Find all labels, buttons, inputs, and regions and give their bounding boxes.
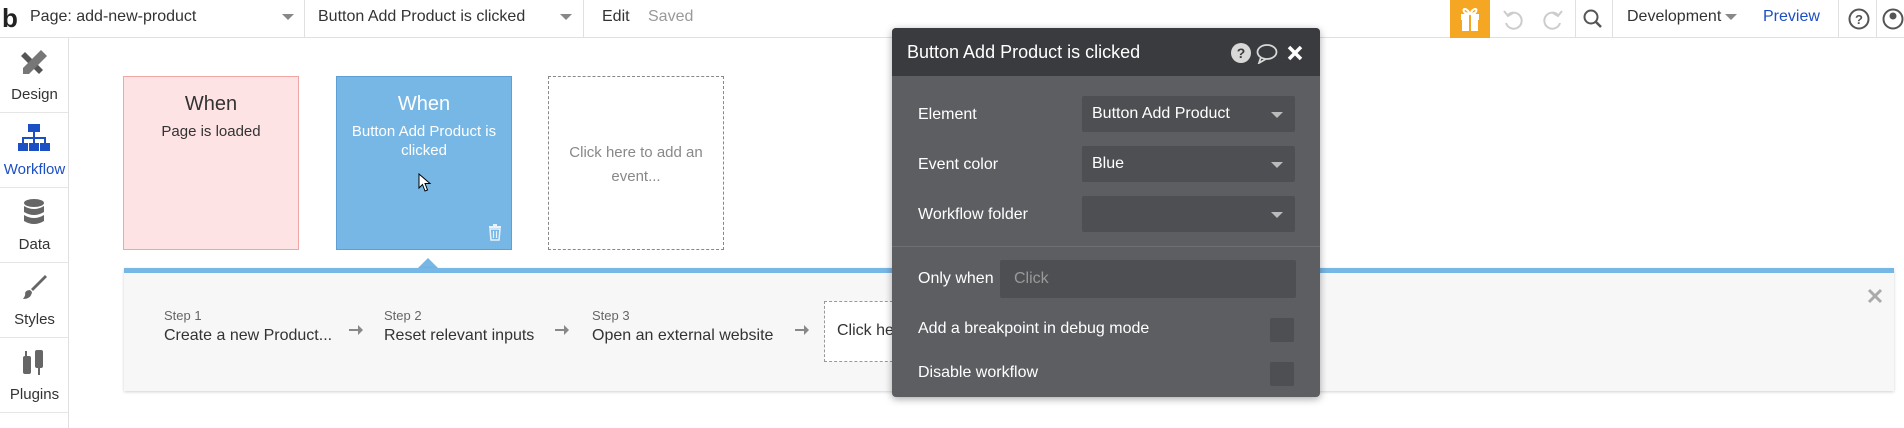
only-when-label: Only when xyxy=(918,270,994,287)
sidebar-item-label: Design xyxy=(11,86,58,103)
event-when-label: When xyxy=(184,93,238,115)
comment-icon[interactable] xyxy=(1256,42,1278,64)
search-icon[interactable] xyxy=(1580,6,1606,32)
disable-workflow-checkbox[interactable] xyxy=(1270,362,1294,386)
event-color-value: Blue xyxy=(1092,155,1125,172)
divider xyxy=(892,246,1320,247)
divider xyxy=(1575,0,1576,37)
event-when-label: When xyxy=(397,93,451,115)
event-color-dropdown[interactable]: Blue xyxy=(1082,146,1295,182)
chevron-down-icon xyxy=(1271,112,1283,118)
workflow-selector-label: Button Add Product is clicked xyxy=(318,8,526,25)
panel-title: Button Add Product is clicked xyxy=(907,42,1141,62)
arrow-right-icon xyxy=(795,325,809,335)
step-name: Create a new Product... xyxy=(164,327,333,344)
chevron-down-icon xyxy=(1271,212,1283,218)
sidebar-item-design[interactable]: Design xyxy=(0,38,69,113)
event-color-label: Event color xyxy=(918,156,999,173)
preview-link[interactable]: Preview xyxy=(1763,0,1820,37)
sidebar-item-styles[interactable]: Styles xyxy=(0,263,69,338)
step-name: Open an external website xyxy=(592,327,774,344)
edit-menu[interactable]: Edit xyxy=(602,0,630,37)
breakpoint-label: Add a breakpoint in debug mode xyxy=(918,320,1150,337)
gift-button[interactable] xyxy=(1450,0,1490,38)
page-selector-label: Page: add-new-product xyxy=(30,8,197,25)
divider xyxy=(583,0,584,37)
sidebar-item-label: Data xyxy=(18,236,51,253)
account-icon[interactable] xyxy=(1880,6,1904,32)
element-value: Button Add Product xyxy=(1092,105,1230,122)
undo-icon[interactable] xyxy=(1500,6,1526,32)
environment-selector[interactable]: Development xyxy=(1627,0,1737,37)
divider xyxy=(1612,0,1613,37)
svg-text:?: ? xyxy=(1237,45,1246,61)
element-label: Element xyxy=(918,106,977,123)
data-icon xyxy=(24,199,44,224)
page-selector[interactable]: Page: add-new-product xyxy=(30,0,304,37)
environment-label: Development xyxy=(1627,8,1722,25)
save-status: Saved xyxy=(648,8,694,25)
add-event-text: Click here to add an event... xyxy=(569,144,703,185)
sidebar-item-label: Styles xyxy=(14,311,55,328)
divider xyxy=(304,0,305,37)
panel-header: Button Add Product is clicked ? xyxy=(892,28,1320,76)
mouse-cursor-icon xyxy=(418,173,432,192)
brush-icon xyxy=(23,275,47,299)
step-3[interactable]: Step 3 Open an external website xyxy=(592,308,773,345)
step-name: Reset relevant inputs xyxy=(384,327,535,344)
add-event-card[interactable]: Click here to add an event... xyxy=(548,76,724,250)
sidebar-item-label: Workflow xyxy=(3,161,66,178)
chevron-down-icon xyxy=(1271,162,1283,168)
event-description: Button Add Product is clicked xyxy=(351,123,497,159)
step-1[interactable]: Step 1 Create a new Product... xyxy=(164,308,332,345)
design-icon xyxy=(21,50,47,74)
workflow-folder-dropdown[interactable] xyxy=(1082,196,1295,232)
gift-icon xyxy=(1461,8,1479,31)
sidebar-item-workflow[interactable]: Workflow xyxy=(0,113,69,188)
trash-icon[interactable] xyxy=(487,223,503,241)
element-dropdown[interactable]: Button Add Product xyxy=(1082,96,1295,132)
step-number: Step 2 xyxy=(384,308,422,323)
plug-icon xyxy=(23,350,43,375)
bubble-logo[interactable]: b xyxy=(0,2,22,34)
svg-text:?: ? xyxy=(1855,12,1863,27)
divider xyxy=(1838,0,1839,37)
workflow-icon xyxy=(18,124,50,151)
disable-workflow-label: Disable workflow xyxy=(918,364,1039,381)
breakpoint-checkbox[interactable] xyxy=(1270,318,1294,342)
arrow-right-icon xyxy=(349,325,363,335)
sidebar-item-data[interactable]: Data xyxy=(0,188,69,263)
chevron-down-icon xyxy=(1725,14,1737,20)
event-card-button-clicked[interactable]: When Button Add Product is clicked xyxy=(336,76,512,250)
event-properties-panel: Button Add Product is clicked ? Element … xyxy=(892,28,1320,397)
only-when-input[interactable]: Click xyxy=(1000,260,1296,298)
step-2[interactable]: Step 2 Reset relevant inputs xyxy=(384,308,534,345)
event-card-page-loaded[interactable]: When Page is loaded xyxy=(123,76,299,250)
left-sidebar: Design Workflow Data Styles Plugins xyxy=(0,38,69,428)
sidebar-item-plugins[interactable]: Plugins xyxy=(0,338,69,413)
chevron-down-icon xyxy=(282,14,294,20)
divider xyxy=(1876,0,1877,37)
redo-icon[interactable] xyxy=(1540,6,1566,32)
help-icon[interactable]: ? xyxy=(1230,42,1252,64)
arrow-right-icon xyxy=(555,325,569,335)
close-icon[interactable] xyxy=(1284,42,1306,64)
help-icon[interactable]: ? xyxy=(1846,6,1872,32)
event-description: Page is loaded xyxy=(161,123,261,140)
sidebar-item-label: Plugins xyxy=(9,386,60,403)
close-icon[interactable] xyxy=(1866,287,1884,305)
step-number: Step 1 xyxy=(164,308,202,323)
workflow-selector[interactable]: Button Add Product is clicked xyxy=(318,0,582,37)
chevron-down-icon xyxy=(560,14,572,20)
workflow-folder-label: Workflow folder xyxy=(918,206,1028,223)
step-number: Step 3 xyxy=(592,308,630,323)
